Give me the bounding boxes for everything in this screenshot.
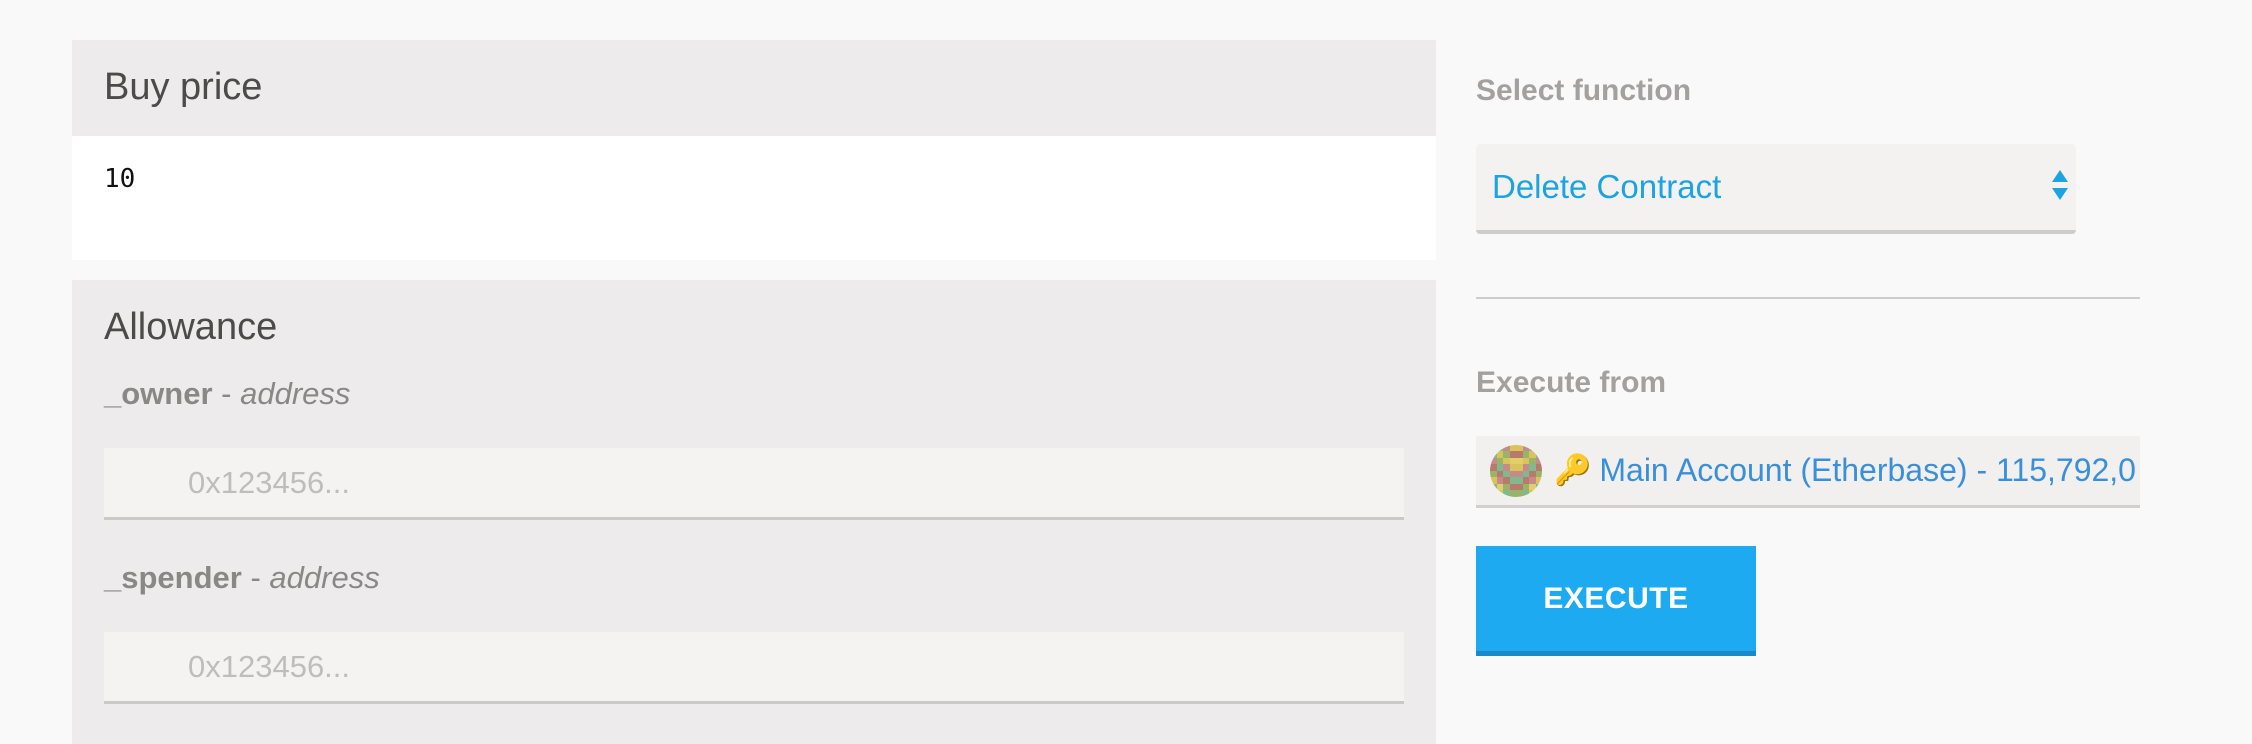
account-select[interactable]: 🔑 Main Account (Etherbase) - 115,792,0 bbox=[1476, 436, 2140, 508]
owner-address-input[interactable]: 0x123456... bbox=[104, 448, 1404, 520]
owner-param-separator: - bbox=[212, 376, 241, 411]
owner-param-label: _owner - address bbox=[72, 360, 1436, 412]
spender-param-type: address bbox=[269, 560, 380, 595]
buy-price-panel: Buy price 10 bbox=[72, 40, 1436, 260]
function-select[interactable]: Delete Contract bbox=[1476, 144, 2076, 234]
buy-price-title: Buy price bbox=[104, 66, 263, 108]
contract-read-panel: Buy price 10 Allowance _owner - address … bbox=[72, 40, 1436, 744]
spender-param-label: _spender - address bbox=[72, 544, 1436, 596]
select-arrows-icon bbox=[2052, 170, 2068, 204]
identicon-avatar-icon bbox=[1490, 444, 1542, 497]
section-divider bbox=[1476, 297, 2140, 299]
execute-from-label: Execute from bbox=[1476, 366, 1667, 399]
select-function-label: Select function bbox=[1476, 74, 1692, 107]
function-select-value: Delete Contract bbox=[1492, 168, 1722, 205]
spender-param-name: _spender bbox=[104, 560, 242, 595]
owner-param-type: address bbox=[240, 376, 351, 411]
key-icon: 🔑 bbox=[1554, 454, 1592, 487]
spender-param-separator: - bbox=[241, 560, 270, 595]
spender-address-input[interactable]: 0x123456... bbox=[104, 632, 1404, 704]
buy-price-value: 10 bbox=[72, 136, 1436, 260]
allowance-panel: Allowance _owner - address 0x123456... _… bbox=[72, 280, 1436, 744]
execute-button[interactable]: EXECUTE bbox=[1476, 546, 1756, 656]
owner-param-name: _owner bbox=[104, 376, 213, 411]
account-name: Main Account (Etherbase) - 115,792,0 bbox=[1599, 452, 2136, 488]
